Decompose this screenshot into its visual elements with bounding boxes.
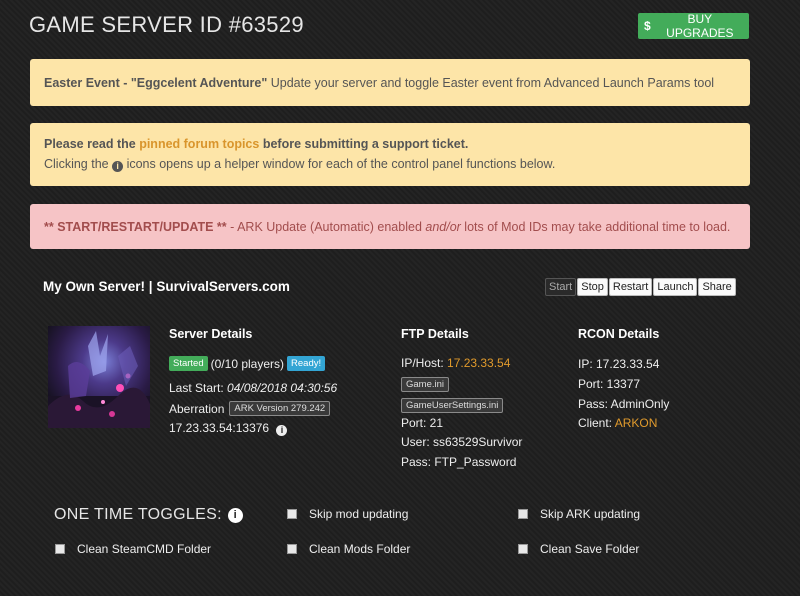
ftp-port: Port: 21: [401, 416, 444, 430]
info-circle-icon: i: [112, 161, 124, 172]
update-alert-title: ** START/RESTART/UPDATE **: [44, 219, 227, 234]
rcon-client-row: Client: ARKON: [578, 416, 657, 430]
checkbox[interactable]: [287, 544, 297, 554]
support-alert-suffix: before submitting a support ticket.: [259, 137, 469, 151]
toggles-title: ONE TIME TOGGLES:: [54, 506, 222, 523]
server-control-buttons: Start Stop Restart Launch Share: [545, 278, 736, 296]
rcon-port: Port: 13377: [578, 377, 641, 391]
ftp-user: User: ss63529Survivor: [401, 435, 523, 449]
pinned-forum-topics-link[interactable]: pinned forum topics: [139, 137, 259, 151]
support-line2-prefix: Clicking the: [44, 157, 113, 171]
ftp-host-link[interactable]: 17.23.33.54: [447, 356, 510, 370]
ftp-pass: Pass: FTP_Password: [401, 455, 517, 469]
update-alert-text2: lots of Mod IDs may take additional time…: [460, 219, 731, 234]
checkbox[interactable]: [55, 544, 65, 554]
last-start-label: Last Start:: [169, 381, 228, 395]
one-time-toggles-heading: ONE TIME TOGGLES: i: [54, 506, 243, 524]
clean-save-folder-toggle[interactable]: Clean Save Folder: [518, 542, 639, 556]
rcon-details-heading: RCON Details: [578, 327, 660, 341]
server-name: My Own Server! | SurvivalServers.com: [43, 279, 290, 294]
aberration-artwork: [48, 331, 150, 428]
ark-version-button[interactable]: ARK Version 279.242: [229, 401, 331, 416]
rcon-pass: Pass: AdminOnly: [578, 397, 670, 411]
toggle-label: Skip ARK updating: [540, 507, 641, 521]
restart-button[interactable]: Restart: [608, 278, 653, 296]
dollar-icon: $: [644, 19, 651, 33]
ftp-details-heading: FTP Details: [401, 327, 469, 341]
start-button[interactable]: Start: [545, 278, 577, 296]
buy-upgrades-label: BUY UPGRADES: [666, 12, 734, 40]
buy-upgrades-button[interactable]: $ BUY UPGRADES: [638, 12, 749, 40]
ftp-host-row: IP/Host: 17.23.33.54: [401, 356, 510, 370]
player-count: (0/10 players): [210, 356, 285, 371]
easter-alert-title: Easter Event - "Eggcelent Adventure": [44, 75, 268, 90]
last-start-row: Last Start: 04/08/2018 04:30:56: [169, 381, 337, 395]
clean-steamcmd-folder-toggle[interactable]: Clean SteamCMD Folder: [55, 542, 211, 556]
checkbox[interactable]: [518, 509, 528, 519]
started-badge: Started: [169, 356, 208, 371]
support-alert: Please read the pinned forum topics befo…: [30, 123, 750, 186]
launch-button[interactable]: Launch: [653, 278, 698, 296]
map-row: Aberration ARK Version 279.242: [169, 401, 331, 416]
stop-button[interactable]: Stop: [577, 278, 608, 296]
game-ini-button[interactable]: Game.ini: [401, 377, 450, 392]
server-details-heading: Server Details: [169, 327, 253, 341]
toggle-label: Clean Save Folder: [540, 542, 640, 556]
checkbox[interactable]: [287, 509, 297, 519]
toggle-label: Clean SteamCMD Folder: [77, 542, 212, 556]
arkon-link[interactable]: ARKON: [615, 416, 658, 430]
server-status-row: Started (0/10 players) Ready!: [169, 356, 326, 371]
skip-mod-updating-toggle[interactable]: Skip mod updating: [287, 507, 408, 521]
ftp-file1-row: Game.ini: [401, 376, 450, 392]
support-line2-suffix: icons opens up a helper window for each …: [123, 157, 556, 171]
update-alert-text1: - ARK Update (Automatic) enabled: [226, 219, 426, 234]
info-circle-icon[interactable]: i: [227, 508, 243, 523]
support-alert-prefix: Please read the: [44, 137, 140, 151]
map-name: Aberration: [169, 401, 225, 416]
easter-alert-text: Update your server and toggle Easter eve…: [267, 75, 715, 90]
ready-badge: Ready!: [287, 356, 326, 371]
last-start-value: 04/08/2018 04:30:56: [227, 381, 338, 395]
info-circle-icon[interactable]: i: [276, 425, 288, 436]
rcon-ip: IP: 17.23.33.54: [578, 357, 660, 371]
ftp-host-label: IP/Host:: [401, 356, 448, 370]
rcon-client-label: Client:: [578, 416, 615, 430]
toggle-label: Skip mod updating: [309, 507, 409, 521]
ftp-file2-row: GameUserSettings.ini: [401, 397, 504, 413]
gameusersettings-ini-button[interactable]: GameUserSettings.ini: [401, 398, 504, 413]
share-button[interactable]: Share: [698, 278, 736, 296]
update-alert: ** START/RESTART/UPDATE ** - ARK Update …: [30, 204, 750, 249]
clean-mods-folder-toggle[interactable]: Clean Mods Folder: [287, 542, 410, 556]
update-alert-em: and/or: [425, 219, 461, 234]
page-title: GAME SERVER ID #63529: [29, 12, 304, 37]
server-address: 17.23.33.54:13376: [169, 421, 270, 435]
checkbox[interactable]: [518, 544, 528, 554]
toggle-label: Clean Mods Folder: [309, 542, 411, 556]
easter-event-alert: Easter Event - "Eggcelent Adventure" Upd…: [30, 59, 750, 106]
game-thumbnail-image: [48, 326, 150, 428]
server-address-row: 17.23.33.54:13376 i: [169, 421, 288, 436]
skip-ark-updating-toggle[interactable]: Skip ARK updating: [518, 507, 640, 521]
